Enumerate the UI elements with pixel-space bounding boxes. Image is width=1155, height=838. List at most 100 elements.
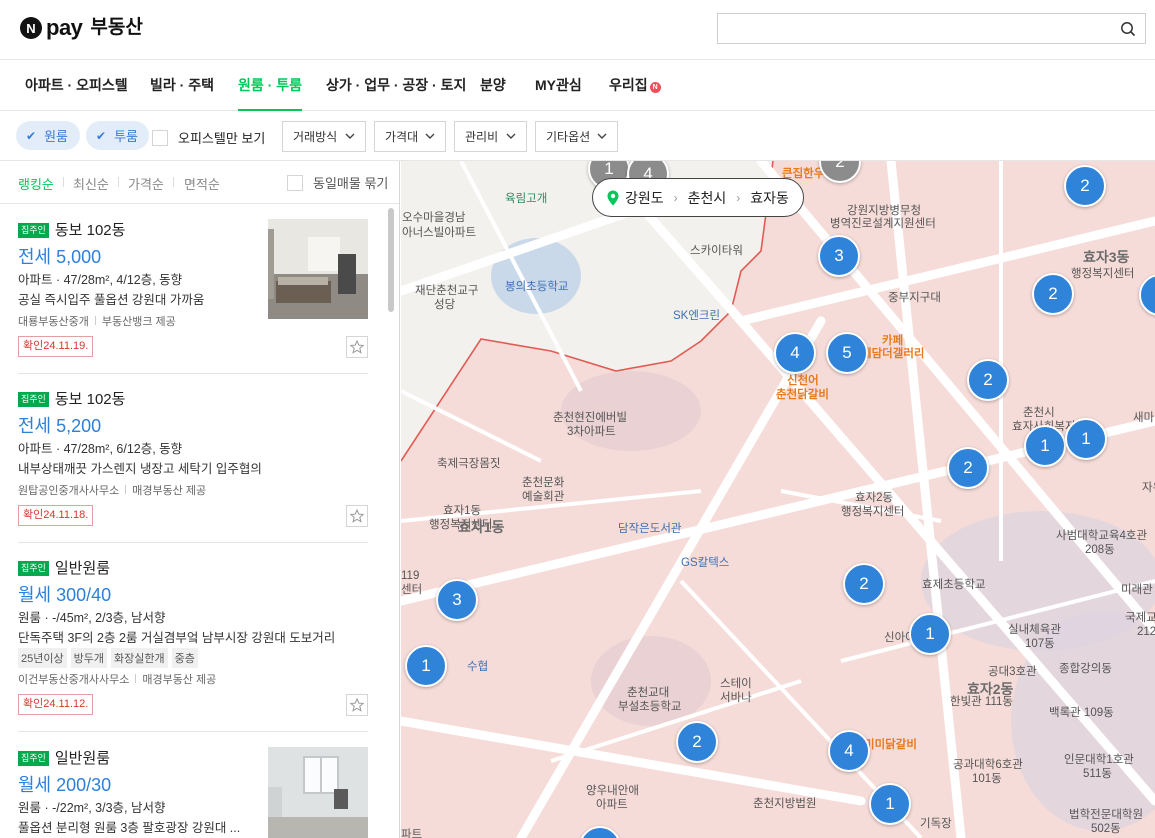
listing-cluster[interactable]: 2 [676, 721, 718, 763]
poi-label[interactable]: 수협 [467, 661, 488, 674]
nav-my-interest[interactable]: MY관심 [535, 60, 582, 111]
poi-label[interactable]: 봉의초등학교 [505, 281, 568, 294]
poi-label[interactable]: 재단춘천교구 [415, 285, 478, 298]
poi-label[interactable]: 법학전문대학원 [1069, 809, 1143, 822]
nav-presale[interactable]: 분양 [480, 60, 506, 111]
poi-label[interactable]: 센터 [401, 584, 422, 597]
map-view[interactable]: 큰집한우 육림고개 강원지방병무청 병역진로설계지원센터 효자3동 행정복지센터… [401, 161, 1155, 838]
dropdown-other-options[interactable]: 기타옵션 [535, 121, 618, 152]
listing-cluster[interactable]: 1 [869, 783, 911, 825]
poi-label[interactable]: 502동 [1091, 823, 1121, 836]
listing-cluster[interactable]: 1 [909, 613, 951, 655]
listing-item[interactable]: 집주인 일반원룸 월세 300/40 원룸 · -/45m², 2/3층, 남서향… [18, 557, 368, 732]
poi-label[interactable]: 미미닭갈비 [864, 739, 917, 752]
poi-label[interactable]: 춘천교대 [627, 687, 669, 700]
breadcrumb-province[interactable]: 강원도 [625, 188, 664, 208]
poi-label[interactable]: 성당 [434, 299, 455, 312]
listing-cluster[interactable]: 2 [843, 563, 885, 605]
dropdown-maintenance-fee[interactable]: 관리비 [454, 121, 527, 152]
poi-label[interactable]: 공대3호관 [988, 666, 1037, 679]
breadcrumb-city[interactable]: 춘천시 [688, 188, 727, 208]
listing-cluster[interactable]: 4 [774, 332, 816, 374]
poi-label[interactable]: 실내체육관 [1008, 624, 1061, 637]
listing-photo[interactable] [268, 219, 368, 319]
listing-cluster[interactable]: 2 [947, 447, 989, 489]
poi-label[interactable]: 백록관 109동 [1049, 707, 1114, 720]
sort-price[interactable]: 가격순 [128, 174, 164, 193]
poi-label[interactable]: 춘천닭갈비 [776, 389, 829, 402]
breadcrumb-dong[interactable]: 효자동 [750, 188, 789, 208]
poi-label[interactable]: 행정복지센터 [1071, 268, 1134, 281]
star-icon[interactable] [346, 694, 368, 716]
group-same-listing-checkbox[interactable]: 동일매물 묶기 [287, 173, 388, 192]
poi-label[interactable]: 신천어 [787, 375, 819, 388]
listing-cluster[interactable]: 2 [967, 359, 1009, 401]
filter-chip-oneroom[interactable]: ✔ 원룸 [16, 121, 80, 150]
poi-label[interactable]: GS칼텍스 [681, 557, 729, 570]
listing-cluster[interactable]: 4 [828, 730, 870, 772]
poi-label[interactable]: 효자1동 [443, 505, 481, 518]
naver-pay-logo[interactable]: N pay 부동산 [20, 17, 143, 39]
sort-area[interactable]: 면적순 [184, 174, 220, 193]
poi-label[interactable]: 자유 [1142, 482, 1155, 495]
dropdown-trade-type[interactable]: 거래방식 [282, 121, 366, 152]
listing-cluster[interactable]: 1 [1024, 425, 1066, 467]
poi-label[interactable]: 춘천문화 [522, 477, 564, 490]
star-icon[interactable] [346, 336, 368, 358]
poi-label[interactable]: 새마 [1133, 412, 1154, 425]
poi-label[interactable]: 부설초등학교 [618, 701, 681, 714]
star-icon[interactable] [346, 505, 368, 527]
poi-label[interactable]: 카페 [882, 335, 903, 348]
dropdown-price[interactable]: 가격대 [374, 121, 446, 152]
poi-label[interactable]: 107동 [1025, 638, 1055, 651]
district-label[interactable]: 효자3동 [1083, 250, 1129, 264]
poi-label[interactable]: 담작은도서관 [618, 523, 681, 536]
poi-label[interactable]: 사범대학교육4호관 [1056, 530, 1147, 543]
poi-label[interactable]: 예담더갤러리 [861, 348, 924, 361]
poi-label[interactable]: 강원지방병무청 [847, 205, 921, 218]
listing-cluster[interactable]: 1 [1065, 418, 1107, 460]
search-icon[interactable] [1120, 21, 1136, 37]
poi-label[interactable]: 한빛관 111동 [950, 696, 1013, 709]
poi-label[interactable]: 춘천시 [1023, 407, 1055, 420]
poi-label[interactable]: SK엔크린 [673, 310, 720, 323]
nav-my-home[interactable]: 우리집 N [609, 60, 661, 111]
nav-villa-house[interactable]: 빌라 · 주택 [150, 60, 214, 111]
sort-latest[interactable]: 최신순 [73, 174, 109, 193]
poi-label[interactable]: 종합강의동 [1059, 663, 1112, 676]
poi-label[interactable]: 서바나 [720, 692, 752, 705]
poi-label[interactable]: 아파트 [596, 799, 628, 812]
poi-label[interactable]: 스카이타워 [690, 245, 743, 258]
listing-cluster[interactable]: 3 [436, 579, 478, 621]
listing-cluster[interactable]: 2 [1032, 273, 1074, 315]
poi-label[interactable]: 101동 [972, 773, 1002, 786]
listing-cluster[interactable]: 2 [1064, 165, 1106, 207]
poi-label[interactable]: 춘천지방법원 [753, 798, 816, 811]
poi-label[interactable]: 스테이 [720, 678, 752, 691]
list-scrollbar[interactable] [388, 208, 394, 312]
poi-label[interactable]: 아너스빌아파트 [402, 227, 476, 240]
listing-photo[interactable] [268, 747, 368, 838]
poi-label[interactable]: 511동 [1083, 768, 1112, 781]
poi-label[interactable]: 국제교 [1125, 612, 1155, 625]
poi-label[interactable]: 파트 [401, 829, 422, 838]
nav-apartment-officetel[interactable]: 아파트 · 오피스텔 [25, 60, 128, 111]
listing-cluster[interactable]: 3 [818, 235, 860, 277]
listing-cluster[interactable]: 5 [826, 332, 868, 374]
filter-chip-tworoom[interactable]: ✔ 투룸 [86, 121, 149, 150]
poi-label[interactable]: 춘천현진에버빌 [553, 412, 627, 425]
poi-label[interactable]: 축제극장몸짓 [437, 458, 500, 471]
listing-item[interactable]: 집주인 동보 102동 전세 5,000 아파트 · 47/28m², 4/12층… [18, 219, 368, 374]
poi-label[interactable]: 효제초등학교 [922, 579, 985, 592]
listing-item[interactable]: 집주인 일반원룸 월세 200/30 원룸 · -/22m², 3/3층, 남서향… [18, 747, 368, 838]
poi-label[interactable]: 행정복지센터 [841, 506, 904, 519]
poi-label[interactable]: 육림고개 [505, 193, 547, 206]
poi-label[interactable]: 오수마을경남 [402, 212, 465, 225]
nav-commercial-land[interactable]: 상가 · 업무 · 공장 · 토지 [326, 60, 466, 111]
poi-label[interactable]: 119 [401, 570, 419, 583]
district-label[interactable]: 효자1동 [458, 520, 504, 534]
listing-cluster[interactable]: 1 [405, 645, 447, 687]
poi-label[interactable]: 공과대학6호관 [953, 759, 1023, 772]
poi-label[interactable]: 212 [1137, 626, 1155, 639]
poi-label[interactable]: 중부지구대 [888, 292, 941, 305]
